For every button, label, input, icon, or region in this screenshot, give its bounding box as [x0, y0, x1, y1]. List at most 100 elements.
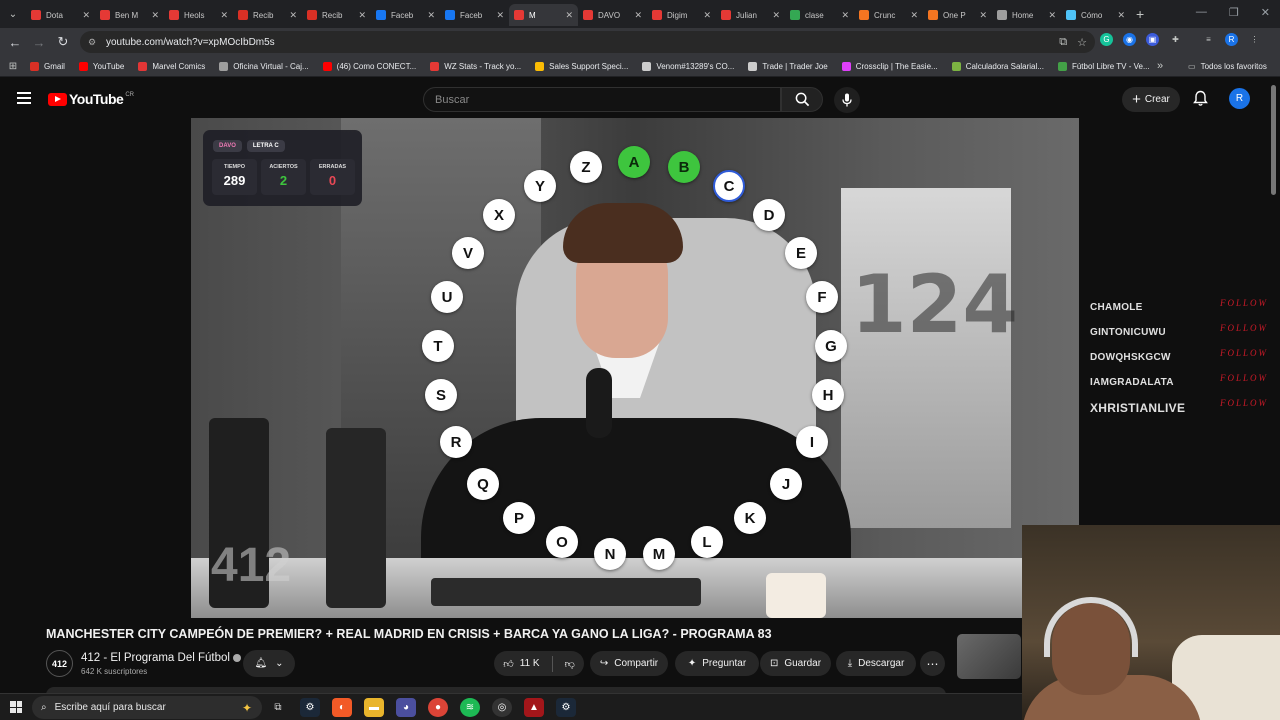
browser-tab[interactable]: Ben M ✕: [95, 4, 164, 26]
ask-button[interactable]: ✦ Preguntar: [675, 651, 759, 676]
tab-close-icon[interactable]: ✕: [151, 10, 159, 21]
tab-close-icon[interactable]: ✕: [1117, 10, 1125, 21]
spotify-icon[interactable]: ≋: [460, 698, 480, 717]
bookmark-item[interactable]: Crossclip | The Easie...: [841, 61, 938, 71]
search-button[interactable]: [781, 87, 823, 112]
like-button[interactable]: 👍︎ 11 K: [503, 658, 539, 670]
tab-favicon-icon: [928, 10, 938, 20]
account-avatar[interactable]: R: [1229, 88, 1250, 109]
menu-icon[interactable]: [17, 92, 31, 107]
browser-tab[interactable]: Faceb ✕: [371, 4, 440, 26]
tab-close-icon[interactable]: ✕: [565, 10, 573, 21]
search-input[interactable]: Buscar: [423, 87, 781, 112]
dislike-button[interactable]: 👎︎: [565, 658, 575, 670]
extension-icon[interactable]: ◉: [1123, 33, 1136, 46]
discord-icon[interactable]: ◕: [396, 698, 416, 717]
tab-close-icon[interactable]: ✕: [427, 10, 435, 21]
bookmark-item[interactable]: (46) Como CONECT...: [322, 61, 416, 71]
browser-tab[interactable]: M ✕: [509, 4, 578, 26]
browser-tab[interactable]: Crunc ✕: [854, 4, 923, 26]
bookmark-item[interactable]: Oficina Virtual - Caj...: [219, 61, 309, 71]
windows-start-icon[interactable]: [10, 701, 22, 713]
grammarly-icon[interactable]: G: [1100, 33, 1113, 46]
bookmark-item[interactable]: Marvel Comics: [138, 61, 205, 71]
create-button[interactable]: + Crear: [1122, 87, 1180, 112]
bookmark-item[interactable]: YouTube: [78, 61, 124, 71]
browser-tab[interactable]: clase ✕: [785, 4, 854, 26]
tab-close-icon[interactable]: ✕: [703, 10, 711, 21]
bookmark-item[interactable]: Fútbol Libre TV - Ve...: [1057, 61, 1150, 71]
share-button[interactable]: ↪ Compartir: [590, 651, 668, 676]
task-view-icon[interactable]: ⧉: [268, 698, 288, 717]
bookmark-star-icon[interactable]: ☆: [1077, 36, 1087, 49]
bookmark-item[interactable]: Sales Support Speci...: [535, 61, 628, 71]
reading-list-icon[interactable]: ≡: [1202, 33, 1215, 46]
tab-close-icon[interactable]: ✕: [289, 10, 297, 21]
bookmark-item[interactable]: WZ Stats - Track yo...: [430, 61, 521, 71]
browser-tab[interactable]: Dota ✕: [26, 4, 95, 26]
origin-icon[interactable]: ◐: [332, 698, 352, 717]
tab-close-icon[interactable]: ✕: [1048, 10, 1056, 21]
reload-icon[interactable]: ↻: [51, 34, 75, 50]
channel-name[interactable]: 412 - El Programa Del Fútbol: [81, 652, 241, 664]
site-info-icon[interactable]: ⚙: [88, 37, 100, 48]
tab-close-icon[interactable]: ✕: [634, 10, 642, 21]
browser-menu-icon[interactable]: ⋮: [1248, 33, 1261, 46]
forward-icon[interactable]: →: [27, 35, 51, 50]
subscription-bell-button[interactable]: 🔔︎ ⌄: [243, 650, 295, 677]
tab-search-dropdown-icon[interactable]: ⌄: [0, 0, 26, 28]
file-explorer-icon[interactable]: ▬: [364, 698, 384, 717]
save-button[interactable]: ⊡ Guardar: [760, 651, 831, 676]
bookmark-item[interactable]: Gmail: [30, 61, 65, 71]
browser-tab[interactable]: Heols ✕: [164, 4, 233, 26]
bookmarks-more-icon[interactable]: »: [1157, 60, 1163, 72]
extension-badge-icon[interactable]: ▣: [1146, 33, 1159, 46]
close-window-icon[interactable]: ✕: [1261, 6, 1270, 19]
tab-favicon-icon: [376, 10, 386, 20]
browser-tab[interactable]: Digim ✕: [647, 4, 716, 26]
game-launcher-icon[interactable]: ▲: [524, 698, 544, 717]
chrome-icon[interactable]: ●: [428, 698, 448, 717]
bookmark-item[interactable]: Venom#13289's CO...: [642, 61, 734, 71]
taskbar-search[interactable]: ⌕ Escribe aquí para buscar ✦: [32, 696, 262, 719]
voice-search-button[interactable]: [834, 87, 860, 113]
browser-tab[interactable]: Home ✕: [992, 4, 1061, 26]
browser-tab[interactable]: Recib ✕: [302, 4, 371, 26]
all-bookmarks-folder[interactable]: ▭ Todos los favoritos: [1188, 62, 1267, 71]
back-icon[interactable]: ←: [3, 35, 27, 50]
browser-tab[interactable]: One P ✕: [923, 4, 992, 26]
steam-app-icon[interactable]: ⚙: [556, 698, 576, 717]
browser-tab[interactable]: Faceb ✕: [440, 4, 509, 26]
tab-close-icon[interactable]: ✕: [220, 10, 228, 21]
new-tab-button[interactable]: +: [1136, 6, 1144, 22]
apps-grid-icon[interactable]: ⊞: [0, 61, 26, 72]
profile-icon[interactable]: R: [1225, 33, 1238, 46]
browser-tab[interactable]: Cómo ✕: [1061, 4, 1130, 26]
download-button[interactable]: ⤓ Descargar: [836, 651, 916, 676]
more-actions-button[interactable]: ⋯: [920, 651, 945, 676]
minimize-icon[interactable]: —: [1196, 6, 1207, 19]
obs-icon[interactable]: ◎: [492, 698, 512, 717]
tab-close-icon[interactable]: ✕: [910, 10, 918, 21]
install-app-icon[interactable]: ⧉: [1059, 36, 1067, 49]
puzzle-icon[interactable]: ✚: [1169, 33, 1182, 46]
tab-close-icon[interactable]: ✕: [82, 10, 90, 21]
tab-close-icon[interactable]: ✕: [358, 10, 366, 21]
steam-icon[interactable]: ⚙: [300, 698, 320, 717]
page-scrollbar[interactable]: [1271, 85, 1276, 195]
address-bar[interactable]: ⚙ youtube.com/watch?v=xpMOcIbDm5s ⧉ ☆: [80, 31, 1095, 53]
browser-tab[interactable]: Julian ✕: [716, 4, 785, 26]
bookmark-item[interactable]: Trade | Trader Joe: [748, 61, 828, 71]
tab-close-icon[interactable]: ✕: [841, 10, 849, 21]
browser-tab[interactable]: DAVO ✕: [578, 4, 647, 26]
notifications-bell-icon[interactable]: [1193, 90, 1208, 112]
tab-close-icon[interactable]: ✕: [979, 10, 987, 21]
tab-close-icon[interactable]: ✕: [772, 10, 780, 21]
tab-close-icon[interactable]: ✕: [496, 10, 504, 21]
related-video-thumbnail[interactable]: [957, 634, 1021, 679]
bookmark-item[interactable]: Calculadora Salarial...: [951, 61, 1044, 71]
maximize-icon[interactable]: ❐: [1229, 6, 1239, 19]
youtube-logo[interactable]: YouTube CR: [48, 91, 134, 107]
browser-tab[interactable]: Recib ✕: [233, 4, 302, 26]
channel-avatar[interactable]: 412: [46, 650, 73, 677]
